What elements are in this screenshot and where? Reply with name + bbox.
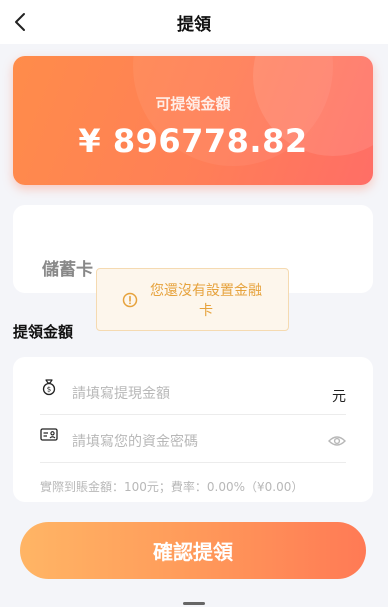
amount-row: $ 元: [40, 375, 346, 415]
balance-card: 可提領金額 ¥ 896778.82: [13, 56, 373, 185]
toast-message: 您還沒有設置金融卡: [150, 283, 262, 319]
balance-label: 可提領金額: [155, 95, 231, 113]
balance-amount: ¥ 896778.82: [78, 122, 308, 160]
bank-card-label: 儲蓄卡: [42, 260, 93, 280]
chevron-left-icon[interactable]: [10, 10, 32, 34]
top-nav-bar: 提領: [0, 0, 388, 44]
fee-note: 實際到賬金額：100元；費率：0.00%（¥0.00）: [40, 480, 304, 494]
warning-toast: 您還沒有設置金融卡: [96, 268, 289, 331]
page-title: 提領: [177, 14, 211, 35]
amount-unit: 元: [332, 389, 346, 405]
id-card-icon: [40, 428, 58, 441]
home-indicator: [183, 602, 205, 605]
withdraw-section-title: 提領金額: [13, 323, 74, 341]
eye-icon[interactable]: [328, 434, 346, 448]
fund-password-input[interactable]: [72, 431, 312, 453]
amount-input[interactable]: [72, 383, 312, 405]
warning-circle-icon: [122, 292, 138, 308]
confirm-withdraw-button[interactable]: 確認提領: [20, 522, 366, 579]
svg-text:$: $: [47, 386, 51, 394]
money-bag-icon: $: [42, 379, 56, 396]
password-row: [40, 423, 346, 463]
withdraw-form: $ 元 實際到賬金額：100元；費率：0.00%（¥0.00）: [13, 357, 373, 502]
